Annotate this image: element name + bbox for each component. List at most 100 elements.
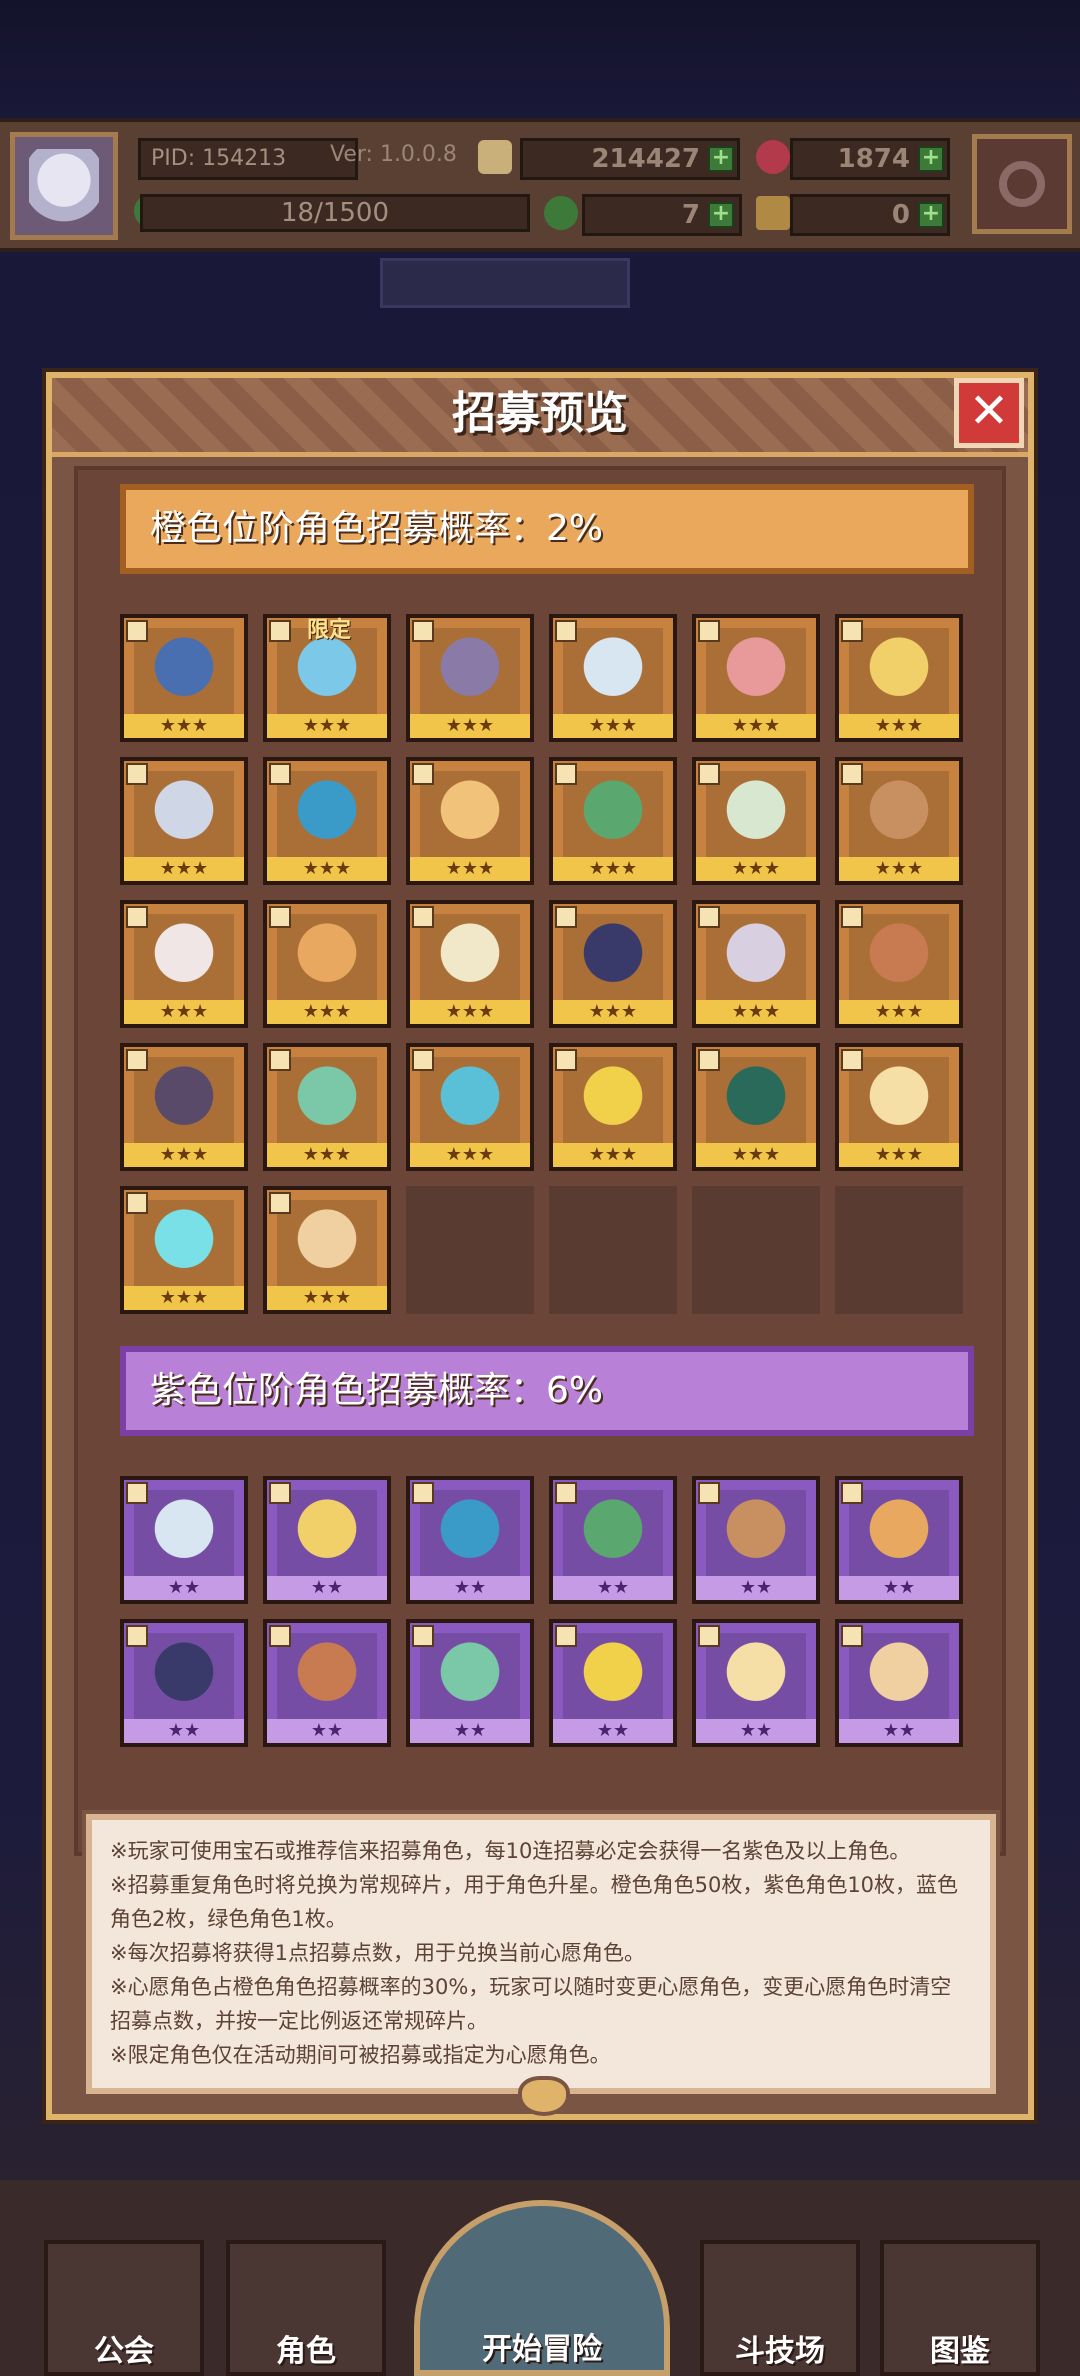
character-card-purple[interactable]: ★★ [835, 1619, 963, 1747]
star-rating: ★★★ [839, 857, 959, 881]
empty-slot [692, 1186, 820, 1314]
star-rating: ★★★ [553, 1143, 673, 1167]
add-gold-icon[interactable]: + [708, 146, 734, 172]
modal-title: 招募预览 [452, 388, 628, 439]
nav-codex[interactable]: 图鉴 [880, 2240, 1040, 2376]
nav-arena[interactable]: 斗技场 [700, 2240, 860, 2376]
character-card-orange[interactable]: ★★★ [120, 900, 248, 1028]
close-button[interactable]: ✕ [954, 378, 1024, 448]
star-rating: ★★★ [267, 1000, 387, 1024]
character-card-orange[interactable]: ★★★ [263, 757, 391, 885]
gem-value: 1874 [837, 144, 910, 174]
character-portrait [277, 1633, 377, 1719]
character-card-orange[interactable]: ★★★ [835, 757, 963, 885]
character-card-orange[interactable]: ★★★ [692, 614, 820, 742]
character-card-orange[interactable]: ★★★ [263, 1186, 391, 1314]
star-rating: ★★★ [553, 857, 673, 881]
empty-slot [549, 1186, 677, 1314]
nav-codex-label: 图鉴 [930, 2334, 990, 2369]
character-card-purple[interactable]: ★★ [120, 1476, 248, 1604]
character-card-orange[interactable]: ★★★ [549, 900, 677, 1028]
class-icon [698, 620, 720, 642]
character-card-orange[interactable]: ★★★ [692, 1043, 820, 1171]
class-icon [841, 1049, 863, 1071]
class-icon [841, 763, 863, 785]
add-key-icon[interactable]: + [918, 202, 944, 228]
class-icon [269, 1625, 291, 1647]
character-card-orange[interactable]: ★★★ [549, 1043, 677, 1171]
character-card-orange[interactable]: ★★★ [835, 900, 963, 1028]
character-card-orange[interactable]: ★★★ [120, 757, 248, 885]
character-card-purple[interactable]: ★★ [406, 1619, 534, 1747]
star-rating: ★★★ [410, 1143, 530, 1167]
character-card-orange[interactable]: ★★★ [263, 1043, 391, 1171]
character-card-orange[interactable]: ★★★ [263, 900, 391, 1028]
add-clover-icon[interactable]: + [708, 202, 734, 228]
star-rating: ★★ [124, 1576, 244, 1600]
class-icon [269, 906, 291, 928]
key-value: 0 [891, 200, 910, 230]
character-card-orange[interactable]: ★★★ [120, 614, 248, 742]
character-portrait [706, 628, 806, 714]
character-card-orange[interactable]: ★★★ [406, 757, 534, 885]
star-rating: ★★★ [410, 1000, 530, 1024]
empty-slot [406, 1186, 534, 1314]
nav-roles[interactable]: 角色 [226, 2240, 386, 2376]
class-icon [698, 1482, 720, 1504]
character-portrait [849, 1633, 949, 1719]
class-icon [269, 1192, 291, 1214]
class-icon [412, 1625, 434, 1647]
class-icon [126, 763, 148, 785]
nav-roles-label: 角色 [276, 2334, 336, 2369]
character-portrait [277, 1200, 377, 1286]
character-card-purple[interactable]: ★★ [549, 1476, 677, 1604]
avatar-portrait [29, 149, 99, 227]
character-portrait [277, 914, 377, 1000]
character-card-orange[interactable]: ★★★ [120, 1186, 248, 1314]
character-card-orange[interactable]: ★★★ [406, 614, 534, 742]
character-card-purple[interactable]: ★★ [263, 1619, 391, 1747]
info-line-2: ※招募重复角色时将兑换为常规碎片，用于角色升星。橙色角色50枚，紫色角色10枚，… [110, 1873, 959, 1931]
nav-guild[interactable]: 公会 [44, 2240, 204, 2376]
star-rating: ★★★ [267, 714, 387, 738]
character-card-purple[interactable]: ★★ [406, 1476, 534, 1604]
character-card-orange[interactable]: ★★★ 限定 [263, 614, 391, 742]
class-icon [126, 1625, 148, 1647]
character-portrait [706, 914, 806, 1000]
character-card-orange[interactable]: ★★★ [835, 1043, 963, 1171]
character-card-orange[interactable]: ★★★ [549, 757, 677, 885]
star-rating: ★★★ [267, 1143, 387, 1167]
game-screen: PID: 154213 Ver: 1.0.0.8 214427 + 1874 +… [0, 0, 1080, 2376]
background-tabs [380, 258, 630, 308]
star-rating: ★★★ [267, 857, 387, 881]
character-card-purple[interactable]: ★★ [263, 1476, 391, 1604]
character-card-purple[interactable]: ★★ [120, 1619, 248, 1747]
character-portrait [277, 771, 377, 857]
class-icon [126, 620, 148, 642]
character-card-purple[interactable]: ★★ [835, 1476, 963, 1604]
nav-guild-label: 公会 [94, 2334, 154, 2369]
character-card-purple[interactable]: ★★ [692, 1476, 820, 1604]
character-card-orange[interactable]: ★★★ [120, 1043, 248, 1171]
star-rating: ★★ [124, 1719, 244, 1743]
character-card-orange[interactable]: ★★★ [692, 900, 820, 1028]
star-rating: ★★★ [124, 714, 244, 738]
settings-button[interactable] [972, 134, 1072, 234]
player-avatar[interactable] [10, 132, 118, 240]
star-rating: ★★★ [696, 1143, 816, 1167]
character-card-orange[interactable]: ★★★ [835, 614, 963, 742]
class-icon [126, 1482, 148, 1504]
star-rating: ★★★ [696, 714, 816, 738]
character-card-purple[interactable]: ★★ [549, 1619, 677, 1747]
star-rating: ★★ [553, 1719, 673, 1743]
class-icon [269, 1482, 291, 1504]
class-icon [269, 1049, 291, 1071]
character-card-orange[interactable]: ★★★ [549, 614, 677, 742]
character-portrait [134, 1057, 234, 1143]
class-icon [698, 1049, 720, 1071]
character-card-orange[interactable]: ★★★ [406, 900, 534, 1028]
character-card-purple[interactable]: ★★ [692, 1619, 820, 1747]
add-gem-icon[interactable]: + [918, 146, 944, 172]
character-card-orange[interactable]: ★★★ [406, 1043, 534, 1171]
character-card-orange[interactable]: ★★★ [692, 757, 820, 885]
